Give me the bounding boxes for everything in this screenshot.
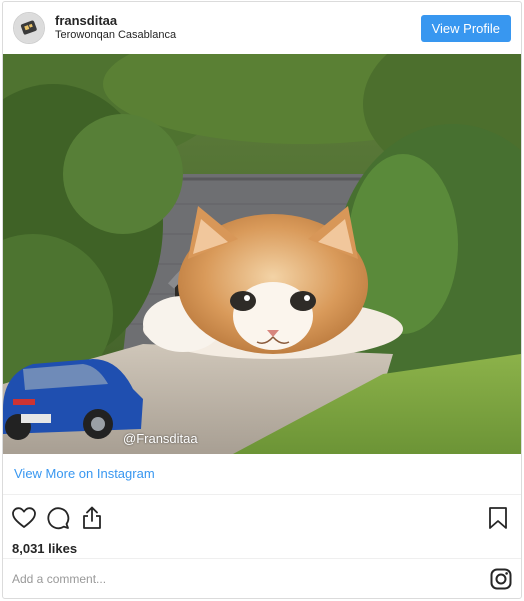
instagram-logo-icon[interactable] [490,568,512,590]
action-bar [3,495,521,541]
avatar[interactable] [13,12,45,44]
comment-input[interactable] [12,571,490,586]
location[interactable]: Terowonqan Casablanca [55,28,176,43]
view-more-link[interactable]: View More on Instagram [3,454,521,495]
post-photo[interactable]: @Fransditaa [3,54,521,454]
user-info: fransditaa Terowonqan Casablanca [55,13,176,43]
heart-icon[interactable] [11,505,37,531]
comment-icon[interactable] [45,505,71,531]
cat-tunnel-photo [3,54,521,454]
view-profile-button[interactable]: View Profile [420,14,511,42]
avatar-image [14,13,44,43]
bookmark-icon[interactable] [485,505,511,531]
photo-watermark: @Fransditaa [123,431,198,446]
post-header: fransditaa Terowonqan Casablanca View Pr… [3,2,521,54]
share-icon[interactable] [79,505,105,531]
username[interactable]: fransditaa [55,13,176,28]
comment-bar [3,558,521,598]
instagram-embed-card: fransditaa Terowonqan Casablanca View Pr… [2,1,522,599]
